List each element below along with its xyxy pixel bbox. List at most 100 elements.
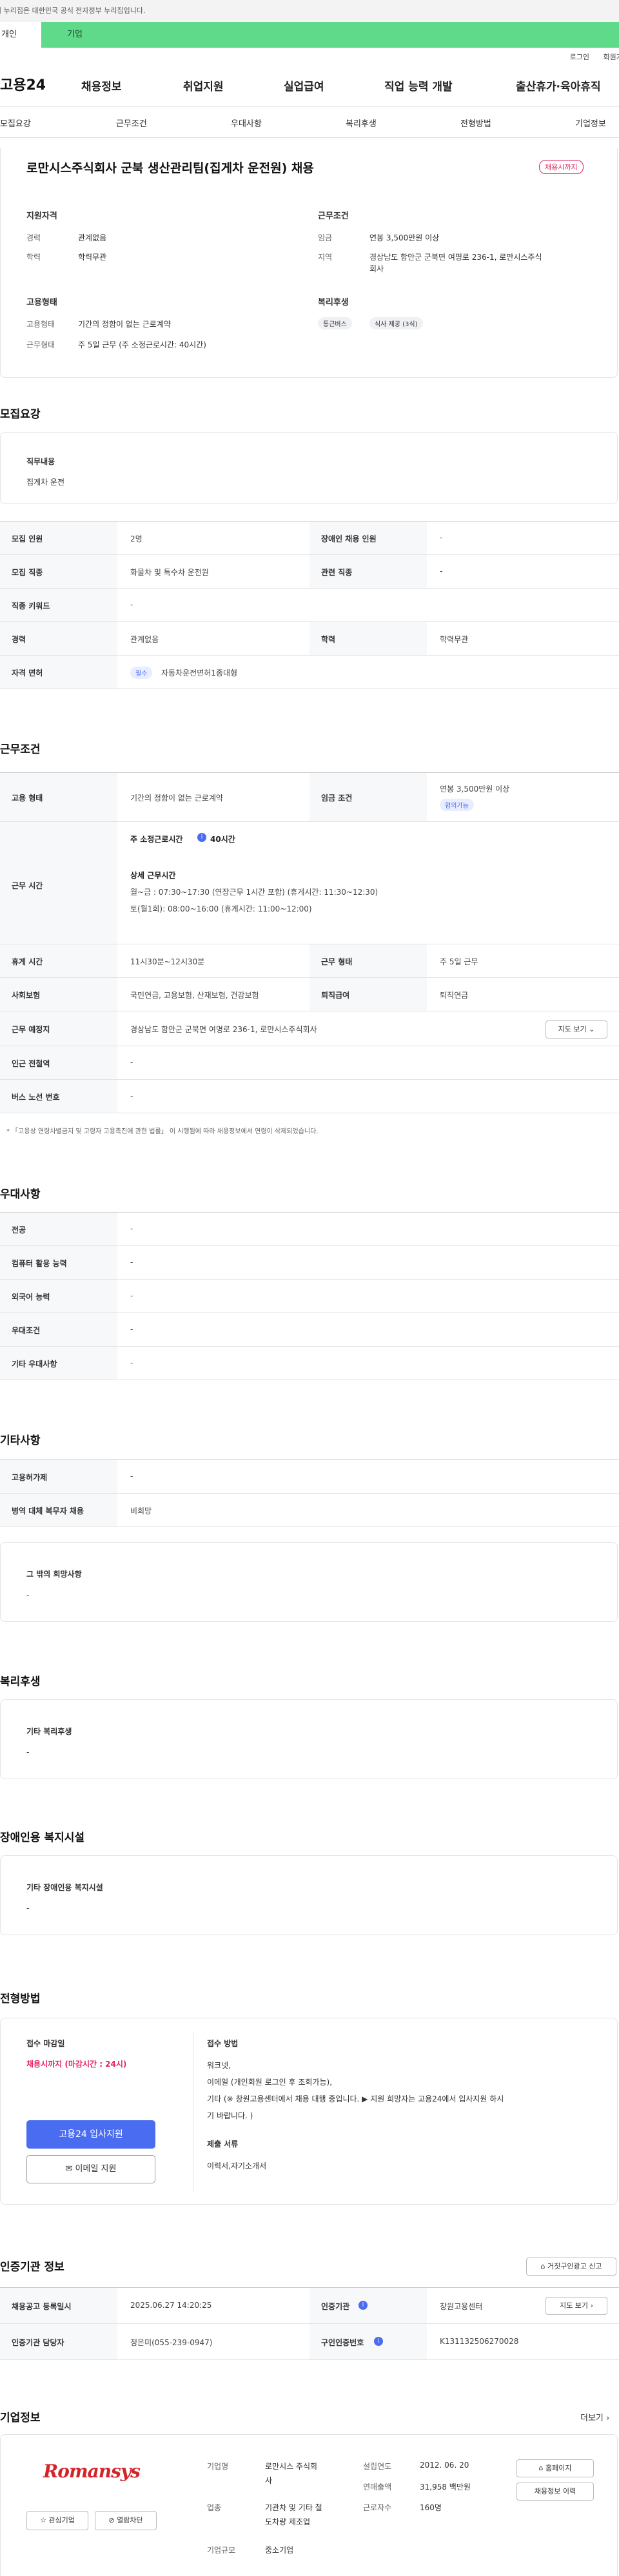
section-nav-preference[interactable]: 우대사항 (231, 117, 262, 129)
etc-heading: 기타사항 (0, 1434, 41, 1447)
row-key: 모집 인원 (12, 534, 43, 543)
region-value: 경상남도 함안군 군북면 여명로 236-1, 로만시스주식 (369, 253, 542, 262)
detail-hours-saturday: 토(월1회): 08:00~16:00 (휴게시간: 11:00~12:00) (130, 904, 312, 913)
tab-company[interactable]: 기업 (67, 22, 83, 48)
table-row: 기타 우대사항 - (0, 1347, 619, 1380)
row-key: 관련 직종 (321, 568, 353, 577)
company-heading: 기업정보 (0, 2412, 41, 2425)
table-row: 자격 면허 필수 자동차운전면허1종대형 (0, 656, 619, 689)
industry-label: 업종 (207, 2503, 222, 2512)
age-footnote: * 「고용상 연령차별금지 및 고령자 고용촉진에 관한 법률」 이 시행됨에 … (6, 1128, 319, 1135)
tab-personal[interactable]: 개인 (0, 22, 41, 48)
row-value: 기간의 정함이 없는 근로계약 (130, 794, 223, 803)
founded-label: 설립연도 (363, 2462, 392, 2471)
email-apply-button[interactable]: ✉ 이메일 지원 (26, 2155, 155, 2183)
job-history-button[interactable]: 채용정보 이력 (516, 2483, 594, 2501)
other-wishes-label: 그 밖의 희망사항 (26, 1570, 82, 1579)
info-icon[interactable]: i (374, 2337, 383, 2346)
join-link[interactable]: 회원가입 (604, 53, 619, 61)
table-row: 병역 대체 복무자 채용 비희망 (0, 1494, 619, 1527)
login-link[interactable]: 로그인 (570, 53, 589, 61)
row-key: 휴게 시간 (12, 957, 43, 966)
menu-parental-leave[interactable]: 출산휴가·육아휴직 (516, 77, 601, 93)
table-row: 고용허가제 - (0, 1460, 619, 1494)
map-button[interactable]: 지도 보기 ⌄ (545, 1020, 607, 1039)
table-row: 인근 전철역 - (0, 1046, 619, 1080)
row-key: 직종 키워드 (12, 601, 50, 610)
industry-value: 기관차 및 기타 철 (265, 2503, 322, 2512)
table-row: 휴게 시간 11시30분~12시30분 근무 형태 주 5일 근무 (0, 944, 619, 978)
section-nav-welfare[interactable]: 복리후생 (346, 117, 377, 129)
favorite-company-button[interactable]: ☆ 관심기업 (26, 2511, 88, 2530)
row-value: - (440, 567, 443, 576)
weekly-hours-title: 주 소정근로시간 (130, 835, 183, 844)
status-badge: 채용시까지 (539, 160, 584, 174)
row-value: 퇴직연금 (440, 991, 469, 1000)
education-value: 학력무관 (78, 253, 107, 262)
row-key: 근무 형태 (321, 957, 353, 966)
row-value: 경상남도 함안군 군북면 여명로 236-1, 로만시스주식회사 (130, 1025, 317, 1034)
docs-label: 제출 서류 (207, 2140, 239, 2149)
welfare-tag: 통근버스 (318, 317, 352, 329)
menu-vocational-training[interactable]: 직업 능력 개발 (384, 77, 453, 93)
favorite-company-label: 관심기업 (48, 2516, 75, 2524)
table-row: 모집 직종 화물차 및 특수차 운전원 관련 직종 - (0, 555, 619, 589)
company-name-label: 기업명 (207, 2462, 229, 2471)
row-key: 구인인증번호 (321, 2338, 364, 2347)
section-nav-company[interactable]: 기업정보 (575, 117, 606, 129)
apply-button[interactable]: 고용24 입사지원 (26, 2120, 155, 2149)
homepage-button[interactable]: ⌂ 홈페이지 (516, 2459, 594, 2477)
menu-unemployment-benefit[interactable]: 실업급여 (284, 77, 324, 93)
wage-value: 연봉 3,500만원 이상 (369, 233, 440, 242)
menu-employment-support[interactable]: 취업지원 (183, 77, 224, 93)
top-tabs: 개인 기업 (0, 22, 619, 48)
section-nav-screening[interactable]: 전형방법 (460, 117, 491, 129)
company-name-value-cont: 사 (265, 2476, 273, 2485)
home-icon: ⌂ (540, 2262, 545, 2270)
company-size-label: 기업규모 (207, 2546, 236, 2555)
company-more-link[interactable]: 더보기 › (580, 2411, 609, 2423)
row-value: 주 5일 근무 (440, 957, 478, 966)
gov-notice: 이 누리집은 대한민국 공식 전자정부 누리집입니다. (0, 0, 619, 22)
education-label: 학력 (26, 253, 41, 262)
false-ad-report-button[interactable]: ⌂ 거짓구인광고 신고 (526, 2258, 616, 2276)
region-value-cont: 회사 (369, 264, 384, 273)
row-key: 근무 시간 (12, 881, 43, 890)
block-view-label: 열람차단 (117, 2516, 143, 2524)
method-line: 기타 (※ 창원고용센터에서 채용 대행 중입니다. ▶ 지원 희망자는 고용2… (207, 2094, 504, 2103)
section-nav-conditions[interactable]: 근무조건 (116, 117, 147, 129)
agency-map-button[interactable]: 지도 보기 › (545, 2297, 607, 2315)
row-value: - (130, 1325, 133, 1334)
table-row: 우대조건 - (0, 1313, 619, 1347)
row-key: 컴퓨터 활용 능력 (12, 1259, 67, 1268)
founded-value: 2012. 06. 20 (420, 2461, 469, 2470)
menu-jobs[interactable]: 채용정보 (81, 77, 122, 93)
deadline-label: 접수 마감일 (26, 2039, 65, 2048)
info-icon[interactable]: i (197, 833, 206, 842)
row-value: 창원고용센터 (440, 2302, 483, 2311)
row-value: 11시30분~12시30분 (130, 957, 205, 966)
row-value: 2025.06.27 14:20:25 (130, 2301, 212, 2310)
row-value: - (130, 1091, 133, 1100)
method-line: 이메일 (개인회원 로그인 후 조회가능), (207, 2078, 333, 2087)
required-badge: 필수 (130, 667, 153, 679)
sales-label: 연매출액 (363, 2483, 392, 2492)
other-wishes-value: - (26, 1590, 30, 1599)
mail-icon: ✉ (65, 2164, 73, 2174)
row-value: 정은미(055-239-0947) (130, 2338, 213, 2347)
table-row: 컴퓨터 활용 능력 - (0, 1246, 619, 1280)
preference-heading: 우대사항 (0, 1188, 41, 1201)
row-key: 인근 전철역 (12, 1059, 50, 1068)
company-logo: Romansys (43, 2461, 141, 2482)
company-more-label: 더보기 (580, 2414, 604, 2423)
table-row: 고용 형태 기간의 정함이 없는 근로계약 임금 조건 연봉 3,500만원 이… (0, 773, 619, 822)
section-nav-recruit[interactable]: 모집요강 (0, 117, 31, 129)
table-row: 사회보험 국민연금, 고용보험, 산재보험, 건강보험 퇴직급여 퇴직연금 (0, 978, 619, 1011)
row-key: 버스 노선 번호 (12, 1093, 60, 1102)
block-view-button[interactable]: ⊘ 열람차단 (95, 2511, 157, 2530)
screening-heading: 전형방법 (0, 1993, 41, 2005)
site-logo[interactable]: 고용24 (0, 73, 46, 94)
row-value: - (130, 600, 133, 609)
employment-type-label: 고용형태 (26, 320, 55, 329)
info-icon[interactable]: i (359, 2301, 368, 2310)
